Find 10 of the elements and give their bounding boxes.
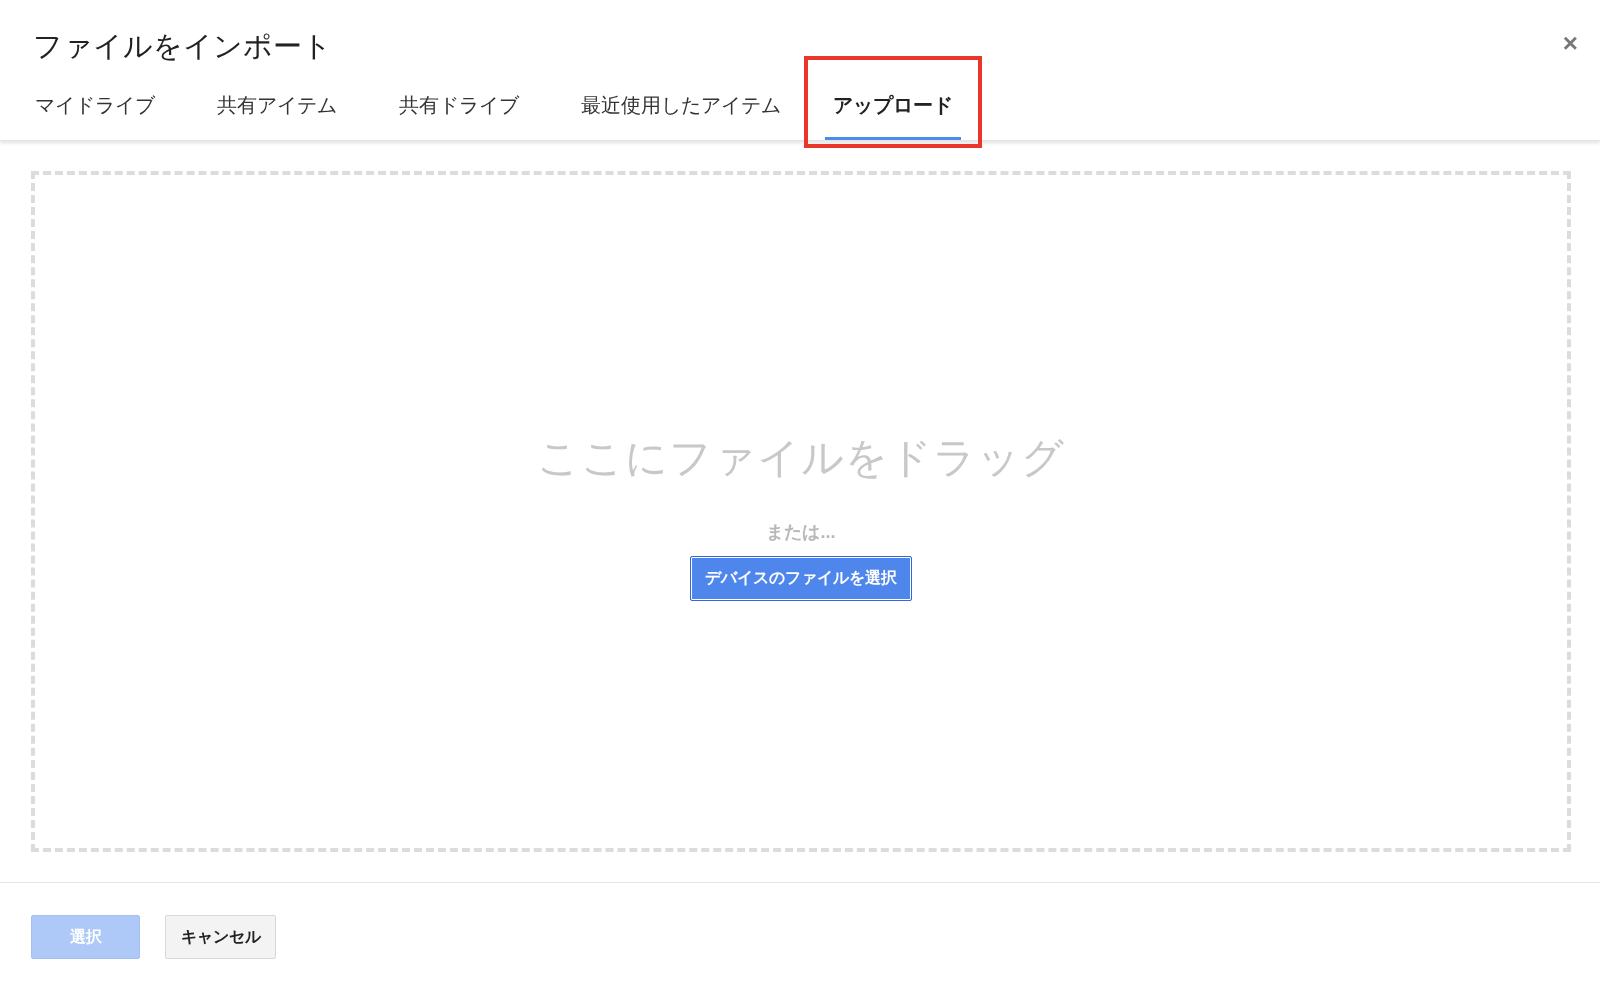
tab[interactable]: アップロード <box>825 80 961 140</box>
cancel-button[interactable]: キャンセル <box>165 915 276 959</box>
or-text: または... <box>766 521 836 544</box>
tab[interactable]: 最近使用したアイテム <box>563 80 799 140</box>
tab[interactable]: 共有アイテム <box>199 80 355 140</box>
choose-file-button[interactable]: デバイスのファイルを選択 <box>690 556 912 601</box>
tab[interactable]: 共有ドライブ <box>381 80 537 140</box>
tab[interactable]: マイドライブ <box>17 80 173 140</box>
close-button[interactable]: × <box>1558 28 1582 58</box>
dialog-title: ファイルをインポート <box>33 29 332 64</box>
